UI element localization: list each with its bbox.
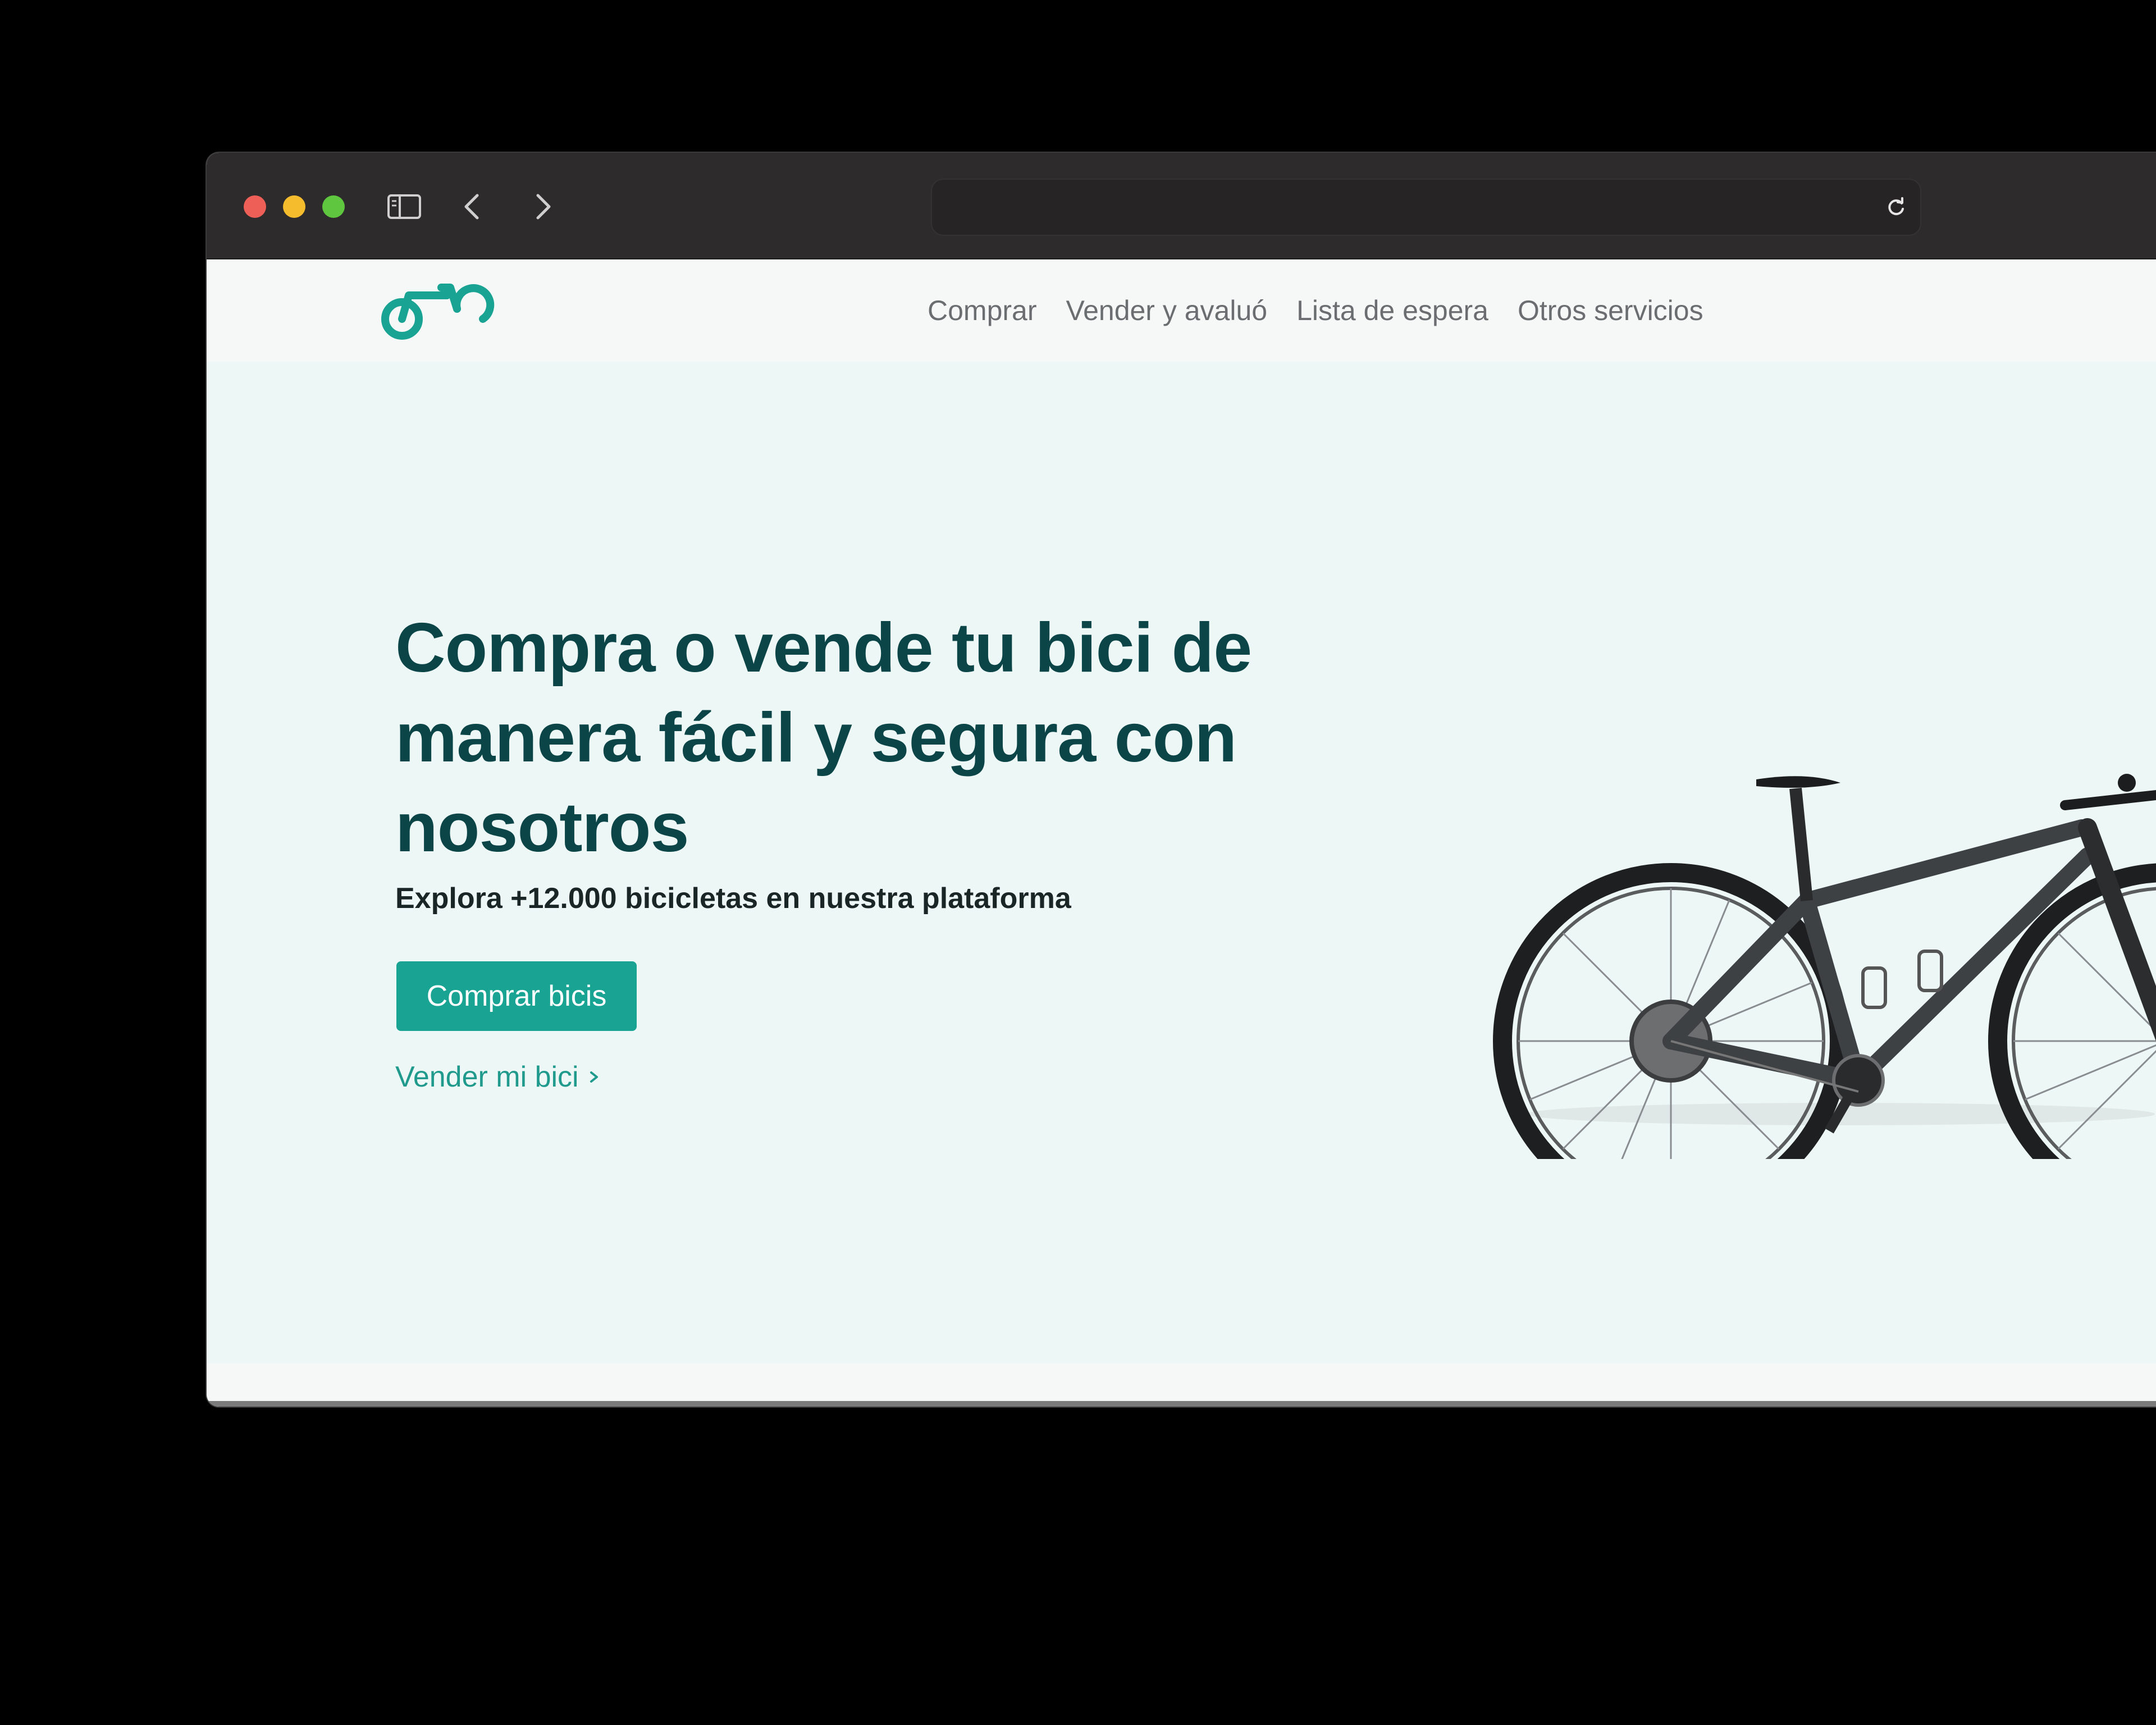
nav-link-otros-servicios[interactable]: Otros servicios (1518, 294, 1703, 327)
address-bar[interactable] (931, 179, 1921, 236)
forward-chevron-icon[interactable] (524, 190, 560, 223)
hero-headline: Compra o vende tu bici de manera fácil y… (395, 609, 1252, 866)
bike-logo-icon[interactable] (381, 280, 496, 343)
back-chevron-icon[interactable] (455, 190, 491, 223)
close-window-button[interactable] (244, 195, 266, 218)
chevron-right-icon (588, 1068, 601, 1086)
hero-section: Compra o vende tu bici de manera fácil y… (207, 362, 2156, 1363)
site-navbar: Comprar Vender y avaluó Lista de espera … (207, 259, 2156, 363)
buy-bikes-button[interactable]: Comprar bicis (396, 961, 637, 1031)
nav-link-lista-de-espera[interactable]: Lista de espera (1296, 294, 1488, 327)
browser-window: Comprar Vender y avaluó Lista de espera … (207, 153, 2156, 1407)
nav-link-comprar[interactable]: Comprar (928, 294, 1036, 327)
reload-icon[interactable] (1884, 195, 1908, 219)
main-nav: Comprar Vender y avaluó Lista de espera … (928, 259, 1703, 362)
sell-my-bike-label: Vender mi bici (395, 1061, 579, 1093)
maximize-window-button[interactable] (322, 195, 345, 218)
sidebar-icon[interactable] (386, 190, 422, 223)
browser-titlebar (207, 153, 2156, 259)
nav-link-vender-y-avaluo[interactable]: Vender y avaluó (1066, 294, 1267, 327)
minimize-window-button[interactable] (283, 195, 305, 218)
hero-subtitle: Explora +12.000 bicicletas en nuestra pl… (395, 882, 1071, 915)
sell-my-bike-link[interactable]: Vender mi bici (395, 1060, 601, 1094)
mountain-bike-image: MAXXIS (1492, 766, 2156, 1159)
page-bottom-strip (207, 1363, 2156, 1407)
